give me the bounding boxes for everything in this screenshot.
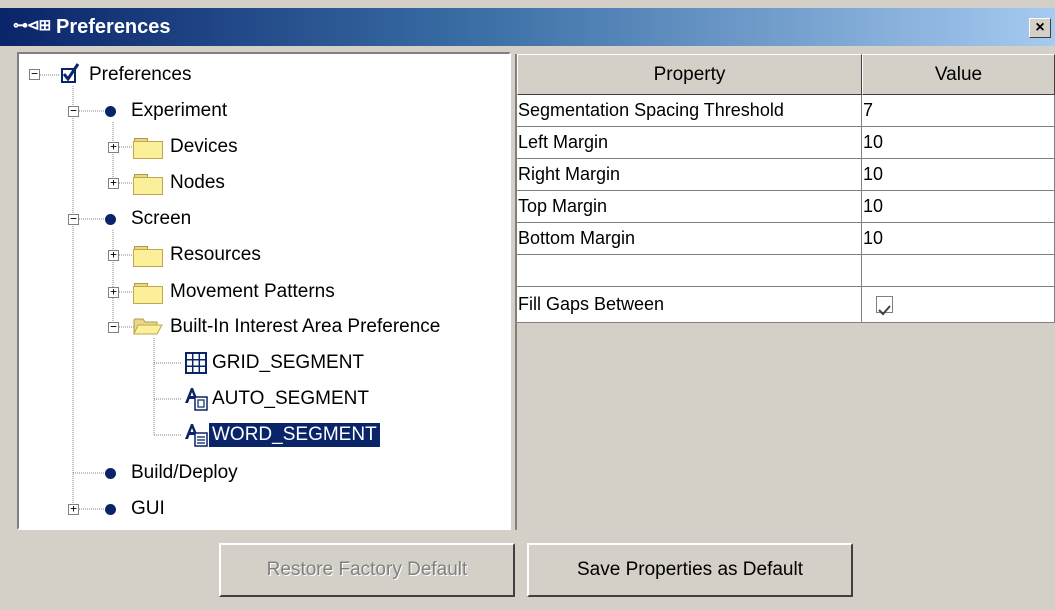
property-column-header[interactable]: Property xyxy=(517,54,862,95)
property-cell: Left Margin xyxy=(517,127,862,159)
property-cell: Fill Gaps Between xyxy=(517,287,862,323)
tree-node-builtin-interest-area[interactable]: Built-In Interest Area Preference xyxy=(170,315,440,339)
node-dot-icon xyxy=(105,106,116,117)
value-column-header[interactable]: Value xyxy=(862,54,1055,95)
folder-icon xyxy=(133,138,163,159)
property-cell: Top Margin xyxy=(517,191,862,223)
folder-icon xyxy=(133,283,163,304)
table-row[interactable]: Right Margin 10 xyxy=(517,159,1055,191)
checkbox-icon xyxy=(61,63,80,83)
property-cell: Right Margin xyxy=(517,159,862,191)
table-row[interactable]: Left Margin 10 xyxy=(517,127,1055,159)
close-icon: × xyxy=(1035,19,1045,36)
grid-icon xyxy=(185,352,207,374)
tree-node-grid-segment[interactable]: GRID_SEGMENT xyxy=(212,351,364,375)
checkmark-icon xyxy=(878,305,891,316)
table-row[interactable]: Fill Gaps Between xyxy=(517,287,1055,323)
property-table: Property Value Segmentation Spacing Thre… xyxy=(515,54,1055,530)
close-button[interactable]: × xyxy=(1029,18,1051,38)
tree-node-auto-segment[interactable]: AUTO_SEGMENT xyxy=(212,387,369,411)
value-cell[interactable]: 7 xyxy=(862,95,1055,127)
restore-factory-default-button[interactable]: Restore Factory Default xyxy=(219,543,515,597)
expand-icon[interactable]: + xyxy=(108,249,119,261)
value-cell[interactable]: 10 xyxy=(862,191,1055,223)
collapse-icon[interactable]: − xyxy=(108,321,119,333)
tree-node-experiment[interactable]: Experiment xyxy=(131,99,227,123)
tree-node-screen[interactable]: Screen xyxy=(131,207,191,231)
expand-icon[interactable]: + xyxy=(68,503,79,515)
tree-node-gui[interactable]: GUI xyxy=(131,497,165,521)
app-icon: ⊶⊲⊞ xyxy=(13,17,51,34)
property-cell xyxy=(517,255,862,287)
preferences-window: ⊶⊲⊞ Preferences × − Preferences − Experi… xyxy=(0,0,1055,610)
expand-icon[interactable]: + xyxy=(108,177,119,189)
tree-node-word-segment[interactable]: WORD_SEGMENT xyxy=(209,423,380,447)
open-folder-icon xyxy=(133,318,163,335)
auto-segment-icon xyxy=(185,388,208,411)
value-cell[interactable]: 10 xyxy=(862,127,1055,159)
tree-node-preferences[interactable]: Preferences xyxy=(89,63,191,87)
fill-gaps-checkbox[interactable] xyxy=(876,296,893,316)
collapse-icon[interactable]: − xyxy=(68,105,79,117)
property-cell: Segmentation Spacing Threshold xyxy=(517,95,862,127)
table-row[interactable]: Top Margin 10 xyxy=(517,191,1055,223)
save-properties-default-button[interactable]: Save Properties as Default xyxy=(527,543,853,597)
collapse-icon[interactable]: − xyxy=(29,68,40,80)
table-row[interactable]: Segmentation Spacing Threshold 7 xyxy=(517,95,1055,127)
value-cell[interactable]: 10 xyxy=(862,159,1055,191)
table-row[interactable]: Bottom Margin 10 xyxy=(517,223,1055,255)
node-dot-icon xyxy=(105,504,116,515)
tree-node-devices[interactable]: Devices xyxy=(170,135,238,159)
tree-node-build-deploy[interactable]: Build/Deploy xyxy=(131,461,238,485)
window-title: Preferences xyxy=(56,16,171,38)
tree-node-nodes[interactable]: Nodes xyxy=(170,171,225,195)
word-segment-icon xyxy=(185,424,208,447)
node-dot-icon xyxy=(105,214,116,225)
preferences-tree[interactable]: − Preferences − Experiment + Devices + N… xyxy=(17,52,511,530)
node-dot-icon xyxy=(105,468,116,479)
value-cell[interactable] xyxy=(862,255,1055,287)
collapse-icon[interactable]: − xyxy=(68,213,79,225)
folder-icon xyxy=(133,246,163,267)
tree-node-movement-patterns[interactable]: Movement Patterns xyxy=(170,280,335,304)
expand-icon[interactable]: + xyxy=(108,141,119,153)
title-bar[interactable]: ⊶⊲⊞ Preferences × xyxy=(0,8,1055,46)
folder-icon xyxy=(133,174,163,195)
table-row[interactable] xyxy=(517,255,1055,287)
value-cell[interactable]: 10 xyxy=(862,223,1055,255)
property-cell: Bottom Margin xyxy=(517,223,862,255)
tree-node-resources[interactable]: Resources xyxy=(170,243,261,267)
value-cell[interactable] xyxy=(862,287,1055,323)
expand-icon[interactable]: + xyxy=(108,286,119,298)
